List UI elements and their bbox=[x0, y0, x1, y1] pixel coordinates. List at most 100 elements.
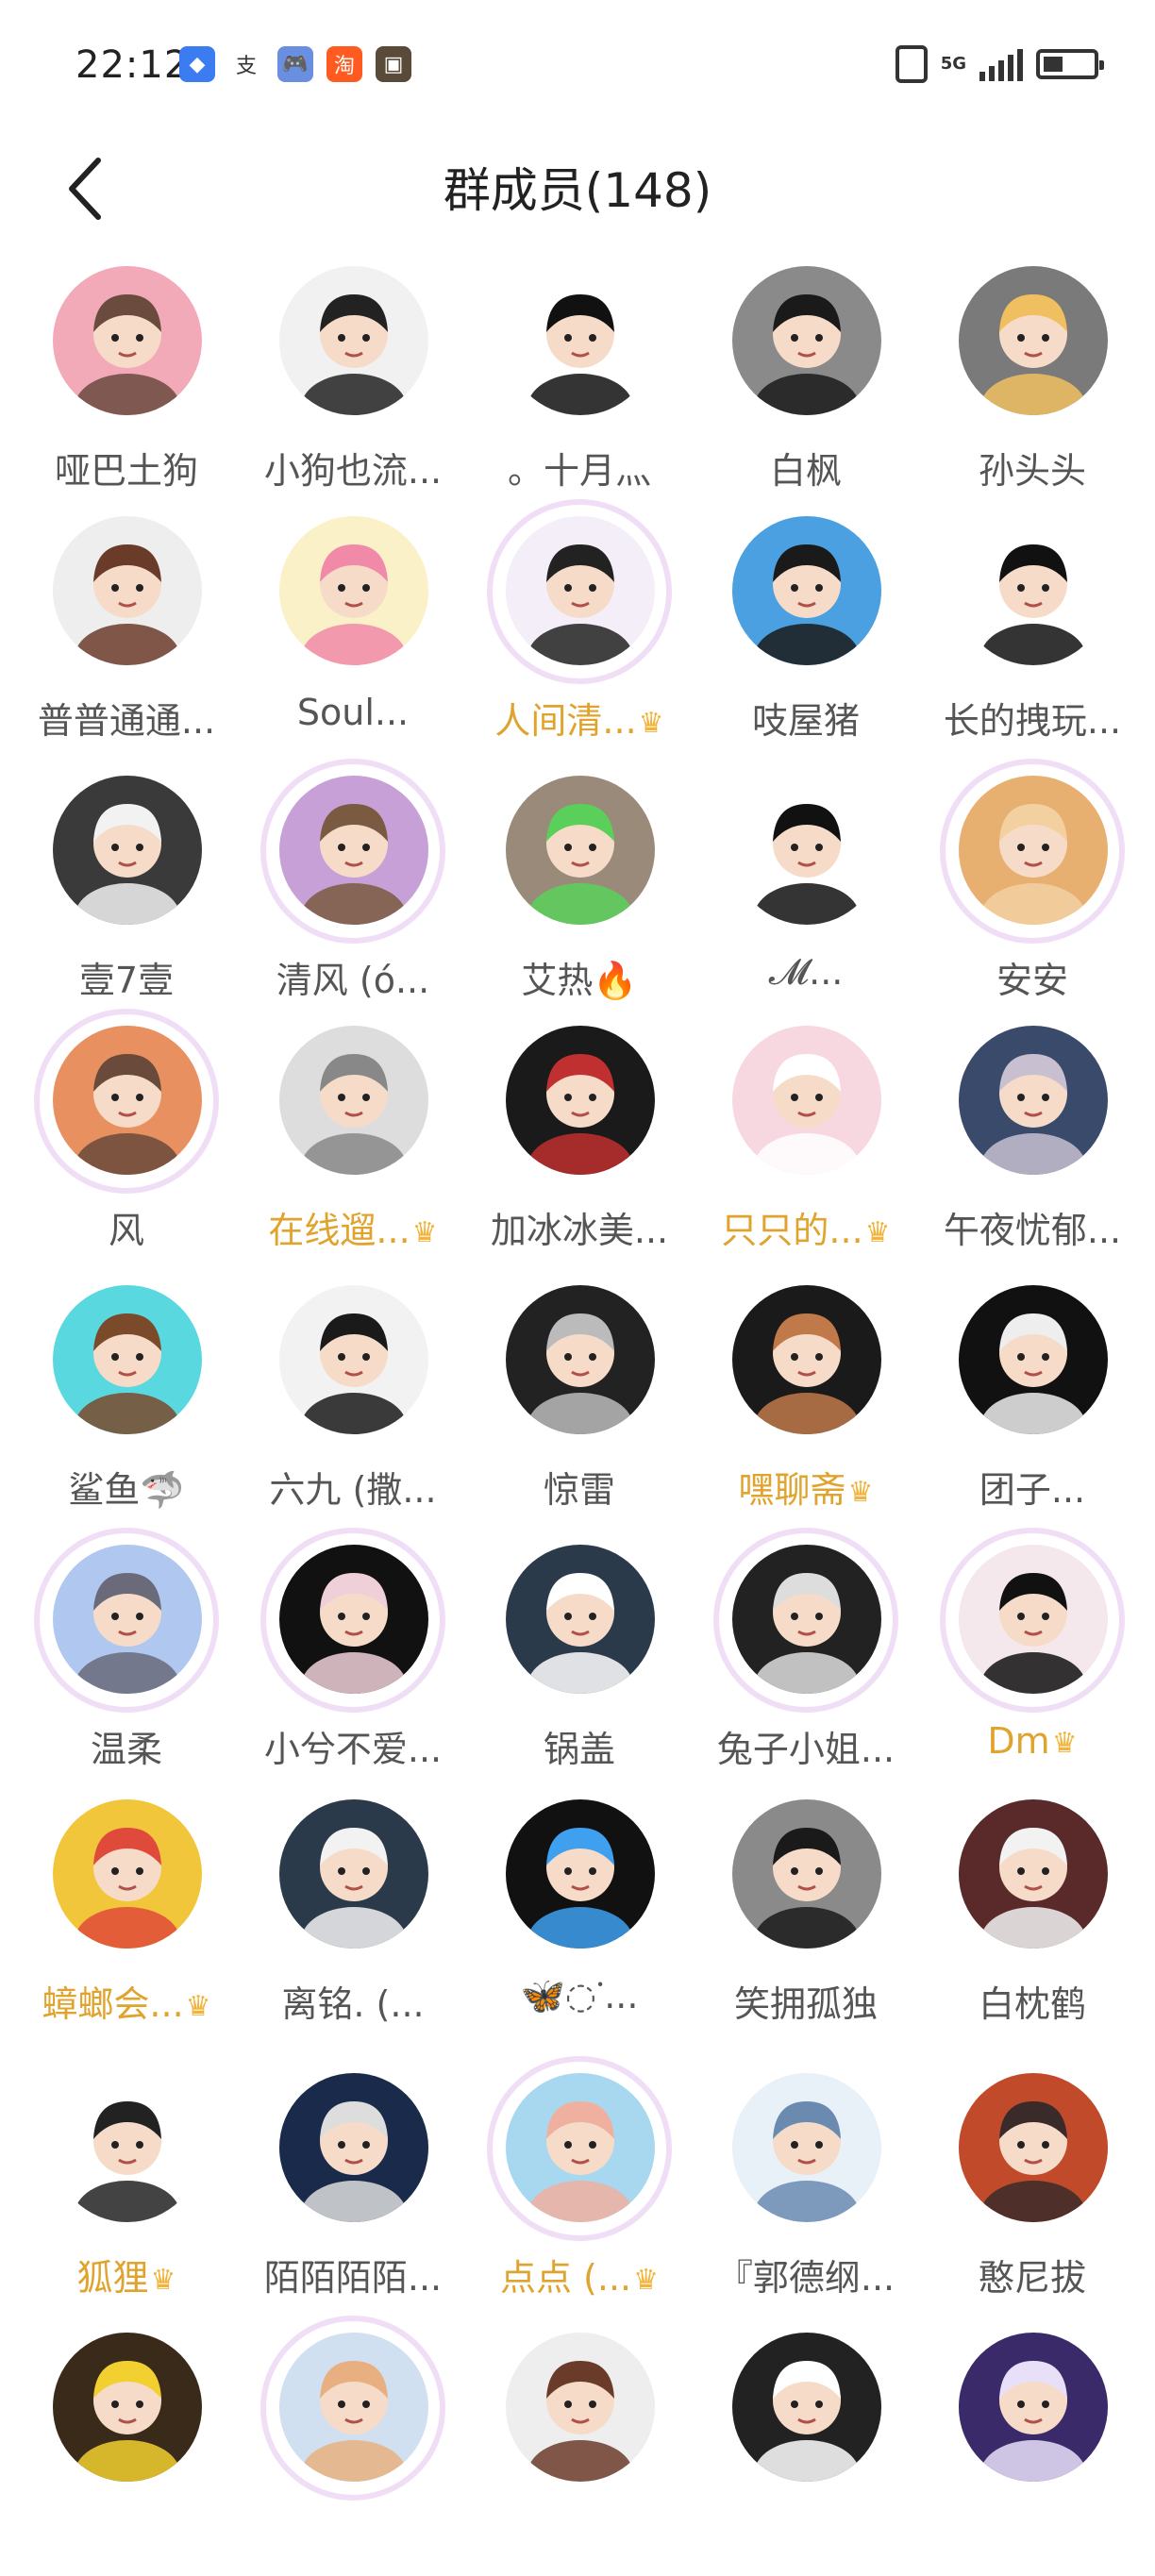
member-item[interactable] bbox=[919, 2321, 1146, 2576]
member-item[interactable]: 艾热🔥 bbox=[466, 764, 693, 1019]
member-name-text: 离铭. (... bbox=[281, 1983, 425, 2025]
member-name: 温柔 bbox=[13, 1720, 240, 1772]
member-item[interactable]: 嘿聊斋♛ bbox=[693, 1274, 919, 1529]
avatar[interactable] bbox=[506, 776, 655, 925]
avatar[interactable] bbox=[53, 776, 202, 925]
member-item[interactable]: 安安 bbox=[919, 759, 1146, 1019]
avatar[interactable] bbox=[53, 1285, 202, 1434]
avatar[interactable] bbox=[732, 1799, 881, 1949]
member-item[interactable]: Soul... bbox=[240, 505, 466, 760]
member-item[interactable]: 长的拽玩... bbox=[919, 505, 1146, 760]
member-item[interactable]: 。十月灬 bbox=[466, 255, 693, 510]
avatar[interactable] bbox=[732, 266, 881, 415]
member-item[interactable]: 清风 (ό... bbox=[240, 759, 466, 1019]
vip-crown-icon: ♛ bbox=[150, 2264, 176, 2297]
avatar[interactable] bbox=[959, 2073, 1108, 2222]
member-item[interactable]: 陌陌陌陌... bbox=[240, 2062, 466, 2317]
member-item[interactable]: Dm♛ bbox=[919, 1528, 1146, 1788]
member-item[interactable]: 小狗也流... bbox=[240, 255, 466, 510]
avatar[interactable] bbox=[53, 516, 202, 665]
member-item[interactable] bbox=[466, 2321, 693, 2576]
member-item[interactable]: 白枫 bbox=[693, 255, 919, 510]
avatar[interactable] bbox=[732, 1026, 881, 1175]
avatar[interactable] bbox=[732, 1545, 881, 1694]
avatar[interactable] bbox=[959, 266, 1108, 415]
member-item[interactable]: 蟑螂会...♛ bbox=[13, 1788, 240, 2043]
member-name: 六九 (撒... bbox=[240, 1461, 466, 1513]
vip-crown-icon: ♛ bbox=[633, 2264, 660, 2297]
member-item[interactable]: 鲨鱼🦈 bbox=[13, 1274, 240, 1529]
member-item[interactable]: 吱屋猪 bbox=[693, 505, 919, 760]
avatar[interactable] bbox=[279, 2333, 428, 2482]
member-item[interactable]: 白枕鹤 bbox=[919, 1788, 1146, 2043]
member-name-text: 鲨鱼🦈 bbox=[68, 1469, 185, 1511]
member-item[interactable]: 温柔 bbox=[13, 1528, 240, 1788]
avatar[interactable] bbox=[732, 1285, 881, 1434]
avatar[interactable] bbox=[506, 2073, 655, 2222]
member-item[interactable]: 𝓜... bbox=[693, 764, 919, 1019]
member-item[interactable]: 孙头头 bbox=[919, 255, 1146, 510]
avatar[interactable] bbox=[506, 1285, 655, 1434]
avatar[interactable] bbox=[506, 516, 655, 665]
avatar[interactable] bbox=[279, 1799, 428, 1949]
member-item[interactable]: 风 bbox=[13, 1009, 240, 1269]
avatar[interactable] bbox=[732, 776, 881, 925]
avatar[interactable] bbox=[279, 516, 428, 665]
avatar[interactable] bbox=[53, 266, 202, 415]
avatar[interactable] bbox=[279, 1026, 428, 1175]
avatar[interactable] bbox=[732, 2333, 881, 2482]
member-item[interactable]: 六九 (撒... bbox=[240, 1274, 466, 1529]
avatar[interactable] bbox=[506, 1799, 655, 1949]
avatar[interactable] bbox=[959, 1026, 1108, 1175]
member-item[interactable]: 离铭. (... bbox=[240, 1788, 466, 2043]
avatar[interactable] bbox=[506, 266, 655, 415]
member-item[interactable]: 人间清...♛ bbox=[466, 499, 693, 760]
member-item[interactable] bbox=[240, 2316, 466, 2576]
avatar[interactable] bbox=[959, 1545, 1108, 1694]
member-item[interactable]: 锅盖 bbox=[466, 1533, 693, 1788]
member-item[interactable] bbox=[693, 2321, 919, 2576]
member-item[interactable]: 憨尼拔 bbox=[919, 2062, 1146, 2317]
member-item[interactable] bbox=[13, 2321, 240, 2576]
member-name: 𝓜... bbox=[693, 951, 919, 994]
avatar[interactable] bbox=[53, 1545, 202, 1694]
avatar[interactable] bbox=[506, 2333, 655, 2482]
member-item[interactable]: 兔子小姐... bbox=[693, 1528, 919, 1788]
member-name: 点点 (...♛ bbox=[466, 2249, 693, 2300]
avatar[interactable] bbox=[959, 2333, 1108, 2482]
member-item[interactable]: 狐狸♛ bbox=[13, 2062, 240, 2317]
member-item[interactable]: 午夜忧郁... bbox=[919, 1014, 1146, 1269]
avatar[interactable] bbox=[53, 2073, 202, 2222]
avatar[interactable] bbox=[506, 1026, 655, 1175]
avatar[interactable] bbox=[279, 776, 428, 925]
member-item[interactable]: 小兮不爱... bbox=[240, 1528, 466, 1788]
avatar[interactable] bbox=[279, 266, 428, 415]
avatar[interactable] bbox=[53, 1799, 202, 1949]
avatar[interactable] bbox=[53, 2333, 202, 2482]
member-item[interactable]: 『郭德纲... bbox=[693, 2062, 919, 2317]
member-item[interactable]: 壹7壹 bbox=[13, 764, 240, 1019]
avatar[interactable] bbox=[53, 1026, 202, 1175]
member-item[interactable]: 笑拥孤独 bbox=[693, 1788, 919, 2043]
member-item[interactable]: 普普通通... bbox=[13, 505, 240, 760]
avatar[interactable] bbox=[959, 1799, 1108, 1949]
avatar[interactable] bbox=[279, 2073, 428, 2222]
avatar[interactable] bbox=[506, 1545, 655, 1694]
avatar[interactable] bbox=[959, 776, 1108, 925]
avatar[interactable] bbox=[732, 516, 881, 665]
member-item[interactable]: 在线遛...♛ bbox=[240, 1014, 466, 1269]
member-item[interactable]: 只只的...♛ bbox=[693, 1014, 919, 1269]
avatar[interactable] bbox=[959, 1285, 1108, 1434]
member-item[interactable]: 加冰冰美... bbox=[466, 1014, 693, 1269]
avatar[interactable] bbox=[732, 2073, 881, 2222]
member-item[interactable]: 惊雷 bbox=[466, 1274, 693, 1529]
member-item[interactable]: 团子... bbox=[919, 1274, 1146, 1529]
avatar[interactable] bbox=[279, 1545, 428, 1694]
member-item[interactable]: 哑巴土狗 bbox=[13, 255, 240, 510]
avatar[interactable] bbox=[959, 516, 1108, 665]
member-name: Soul... bbox=[240, 692, 466, 733]
avatar[interactable] bbox=[279, 1285, 428, 1434]
member-name-text: 在线遛... bbox=[268, 1210, 410, 1251]
member-item[interactable]: 点点 (...♛ bbox=[466, 2056, 693, 2317]
member-item[interactable]: 🦋◌ᣟ... bbox=[466, 1788, 693, 2043]
